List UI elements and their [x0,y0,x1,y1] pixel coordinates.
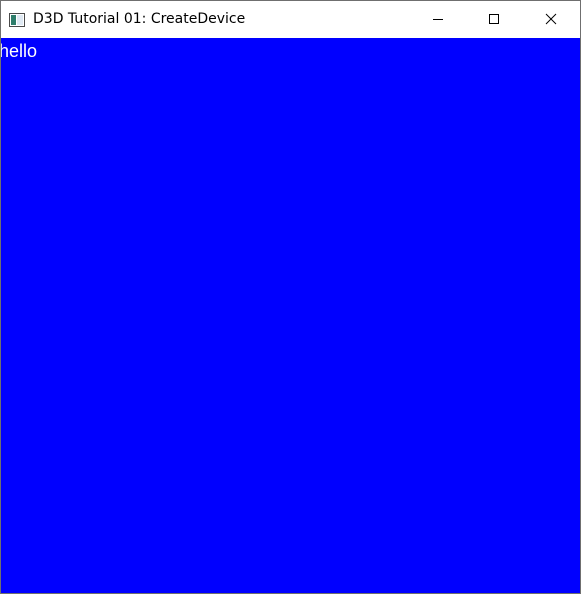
hello-text: hello [0,41,38,61]
title-bar[interactable]: D3D Tutorial 01: CreateDevice [1,1,580,38]
minimize-button[interactable] [415,1,461,38]
app-window: D3D Tutorial 01: CreateDevice hello [0,0,581,594]
maximize-button[interactable] [471,1,517,38]
maximize-icon [488,10,500,29]
app-window-icon[interactable] [9,12,25,27]
render-surface[interactable]: hello [1,38,580,593]
minimize-icon [432,10,444,29]
close-icon [545,10,557,29]
close-button[interactable] [528,1,574,38]
window-title: D3D Tutorial 01: CreateDevice [33,11,246,27]
